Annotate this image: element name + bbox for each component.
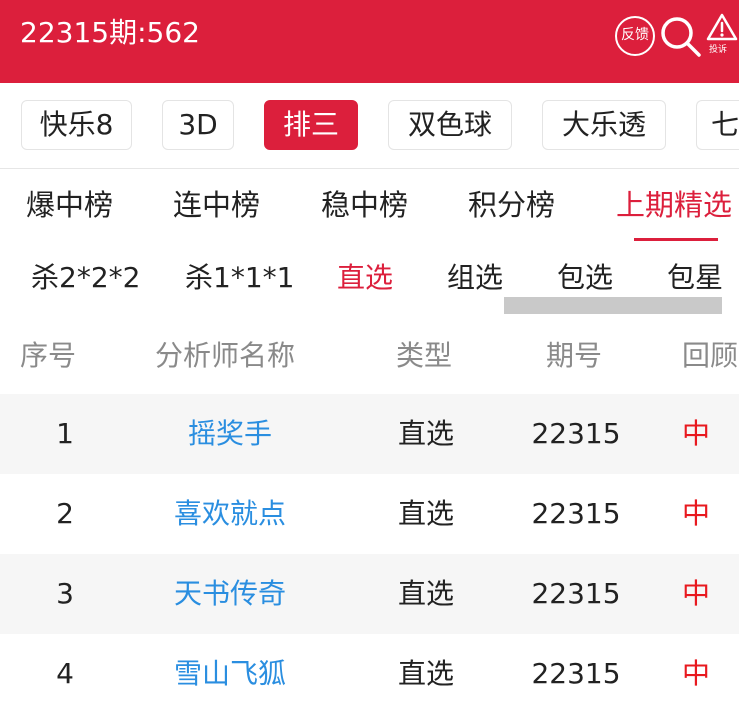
report-label[interactable]: 投诉 — [709, 42, 727, 55]
row-issue: 22315 — [531, 497, 621, 530]
tab-lianzhong[interactable]: 连中榜 — [173, 185, 260, 225]
table-row[interactable]: 1 摇奖手 直选 22315 中 — [0, 394, 739, 474]
feedback-button[interactable]: 反馈 — [615, 16, 655, 56]
tab-jifen[interactable]: 积分榜 — [468, 185, 555, 225]
column-header-index: 序号 — [20, 339, 77, 372]
app-header: 22315期:562 反馈 投诉 — [0, 0, 739, 83]
row-issue: 22315 — [531, 417, 621, 450]
row-type: 直选 — [397, 657, 454, 690]
table-row[interactable]: 4 雪山飞狐 直选 22315 中 — [0, 634, 739, 703]
table-header: 序号 分析师名称 类型 期号 回顾 — [0, 316, 739, 394]
tab-daletou[interactable]: 大乐透 — [542, 100, 666, 150]
row-review[interactable]: 中 — [666, 492, 726, 536]
row-review[interactable]: 中 — [666, 412, 726, 456]
tab-wenzhong[interactable]: 稳中榜 — [321, 185, 408, 225]
tab-zuxuan[interactable]: 组选 — [447, 258, 503, 298]
row-issue: 22315 — [531, 657, 621, 690]
tab-kuaile8[interactable]: 快乐8 — [21, 100, 132, 150]
row-index: 1 — [56, 417, 74, 450]
column-header-type: 类型 — [396, 339, 453, 372]
tab-3d[interactable]: 3D — [162, 100, 234, 150]
table-row[interactable]: 2 喜欢就点 直选 22315 中 — [0, 474, 739, 554]
row-index: 2 — [56, 497, 74, 530]
tab-qi[interactable]: 七 — [696, 100, 739, 150]
row-review[interactable]: 中 — [666, 652, 726, 696]
rank-tab-bar: 爆中榜 连中榜 稳中榜 积分榜 上期精选 — [0, 170, 739, 242]
tab-baozhong[interactable]: 爆中榜 — [26, 185, 113, 225]
row-index: 3 — [56, 577, 74, 610]
row-type: 直选 — [397, 497, 454, 530]
analyst-name-link[interactable]: 天书传奇 — [130, 572, 330, 616]
column-header-review: 回顾 — [682, 339, 739, 372]
active-tab-indicator — [634, 238, 718, 241]
tab-last-picks[interactable]: 上期精选 — [616, 185, 732, 225]
column-header-analyst: 分析师名称 — [155, 339, 296, 372]
lottery-tab-bar: 快乐8 3D 排三 双色球 大乐透 七 — [0, 83, 739, 169]
page-title: 22315期:562 — [20, 16, 200, 49]
tab-sha-111[interactable]: 杀1*1*1 — [185, 258, 294, 298]
table-row[interactable]: 3 天书传奇 直选 22315 中 — [0, 554, 739, 634]
tab-shuangseqiu[interactable]: 双色球 — [388, 100, 512, 150]
row-index: 4 — [56, 657, 74, 690]
tab-sha-222[interactable]: 杀2*2*2 — [31, 258, 140, 298]
play-type-tab-bar: 杀2*2*2 杀1*1*1 直选 组选 包选 包星 — [0, 242, 739, 316]
tab-baoxuan[interactable]: 包选 — [557, 258, 613, 298]
row-review[interactable]: 中 — [666, 572, 726, 616]
analyst-name-link[interactable]: 摇奖手 — [130, 412, 330, 456]
tab-zhixuan[interactable]: 直选 — [337, 258, 393, 298]
analyst-name-link[interactable]: 雪山飞狐 — [130, 652, 330, 696]
analyst-name-link[interactable]: 喜欢就点 — [130, 492, 330, 536]
tab-pai3[interactable]: 排三 — [264, 100, 358, 150]
row-issue: 22315 — [531, 577, 621, 610]
horizontal-scrollbar[interactable] — [504, 297, 722, 314]
row-type: 直选 — [397, 577, 454, 610]
search-icon[interactable] — [658, 14, 702, 58]
tab-baoxing[interactable]: 包星 — [667, 258, 723, 298]
column-header-issue: 期号 — [546, 339, 603, 372]
row-type: 直选 — [397, 417, 454, 450]
